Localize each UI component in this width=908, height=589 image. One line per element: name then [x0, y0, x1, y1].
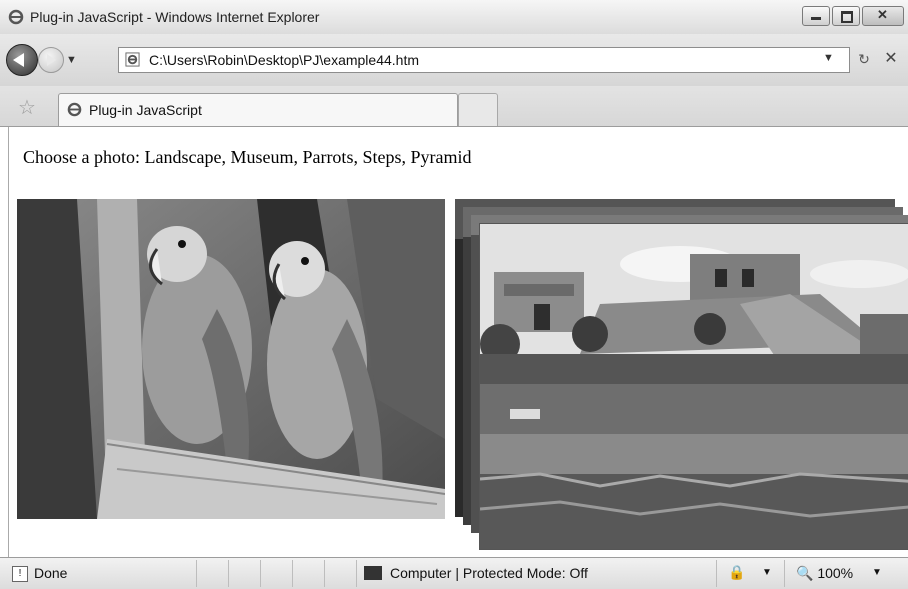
- security-dropdown[interactable]: ▼: [762, 567, 772, 578]
- computer-icon: [364, 566, 382, 580]
- tab-plugin-javascript[interactable]: Plug-in JavaScript: [58, 93, 458, 126]
- address-dropdown[interactable]: ▼: [823, 52, 834, 64]
- window-title: Plug-in JavaScript - Windows Internet Ex…: [30, 9, 320, 25]
- favorites-star-icon[interactable]: ☆: [18, 95, 36, 120]
- pyramid-photo: [479, 223, 908, 550]
- parrots-photo: [17, 199, 445, 519]
- photo-choice-prompt[interactable]: Choose a photo: Landscape, Museum, Parro…: [23, 147, 471, 168]
- status-text: Done: [34, 565, 68, 581]
- page-icon: [125, 52, 140, 67]
- title-bar: Plug-in JavaScript - Windows Internet Ex…: [0, 0, 908, 35]
- zoom-value: 100%: [817, 565, 854, 581]
- zoom-dropdown[interactable]: ▼: [872, 567, 882, 578]
- maximize-button[interactable]: [832, 6, 860, 26]
- address-bar[interactable]: C:\Users\Robin\Desktop\PJ\example44.htm …: [118, 47, 850, 73]
- security-icon[interactable]: 🔒: [728, 564, 745, 581]
- new-tab-button[interactable]: [458, 93, 498, 126]
- status-bar: ! Done Computer | Protected Mode: Off 🔒 …: [0, 557, 908, 589]
- security-zone-text[interactable]: Computer | Protected Mode: Off: [390, 565, 588, 581]
- address-text[interactable]: C:\Users\Robin\Desktop\PJ\example44.htm: [149, 52, 419, 68]
- close-button[interactable]: [862, 6, 904, 26]
- minimize-button[interactable]: [802, 6, 830, 26]
- navigation-bar: ▼ C:\Users\Robin\Desktop\PJ\example44.ht…: [0, 34, 908, 86]
- ie-icon: [8, 9, 24, 25]
- zoom-level[interactable]: 🔍 100%: [796, 565, 853, 582]
- tab-label: Plug-in JavaScript: [89, 102, 202, 118]
- tab-row: ☆ Plug-in JavaScript: [0, 86, 908, 127]
- stop-button[interactable]: ✕: [880, 48, 902, 70]
- page-content: Choose a photo: Landscape, Museum, Parro…: [8, 127, 908, 557]
- back-button[interactable]: [6, 44, 38, 76]
- page-status-icon: !: [12, 566, 28, 582]
- recent-pages-dropdown[interactable]: ▼: [66, 54, 77, 66]
- ie-icon: [67, 102, 82, 117]
- refresh-button[interactable]: ↻: [852, 48, 876, 70]
- forward-button[interactable]: [38, 47, 64, 73]
